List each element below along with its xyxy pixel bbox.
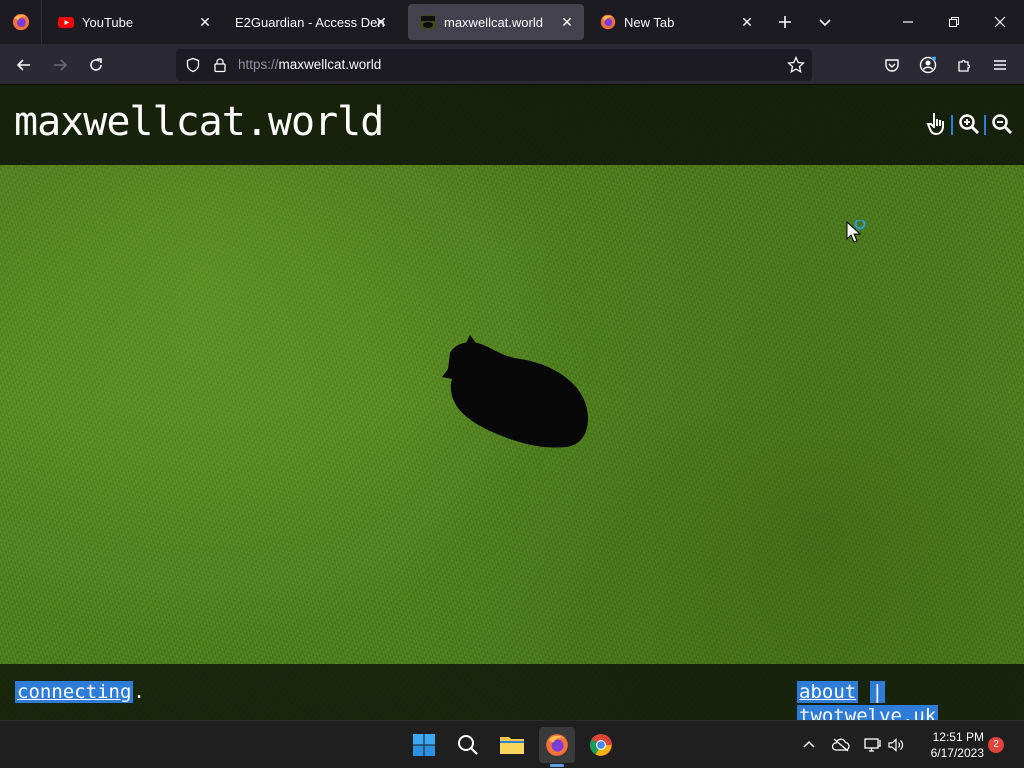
- zoom-out-icon: [992, 114, 1013, 135]
- navigation-toolbar: https://maxwellcat.world: [0, 44, 1024, 85]
- status-dot: .: [133, 681, 145, 703]
- list-tabs-button[interactable]: [811, 8, 839, 36]
- forward-button[interactable]: [45, 50, 75, 80]
- account-button[interactable]: [913, 50, 943, 80]
- close-tab-icon[interactable]: ✕: [196, 13, 214, 31]
- puzzle-icon: [958, 59, 971, 72]
- reload-button[interactable]: [81, 50, 111, 80]
- tab-e2guardian[interactable]: E2Guardian - Access Denied ✕: [226, 4, 404, 40]
- cloud-offline-icon: [832, 738, 850, 752]
- cat-sprite[interactable]: [436, 335, 596, 453]
- tab-title: New Tab: [624, 14, 675, 30]
- footer-separator: |: [869, 681, 886, 703]
- site-icon: [420, 15, 436, 29]
- shield-icon[interactable]: [185, 57, 201, 73]
- reload-icon: [90, 58, 102, 71]
- url-text[interactable]: https://maxwellcat.world: [238, 57, 381, 72]
- close-tab-icon[interactable]: ✕: [558, 13, 576, 31]
- network-icon: [864, 738, 881, 752]
- clock-time: 12:51 PM: [932, 730, 984, 744]
- pocket-icon: [885, 59, 899, 72]
- folder-icon: [500, 737, 524, 754]
- new-tab-button[interactable]: [771, 8, 799, 36]
- bookmark-star-icon[interactable]: [787, 56, 805, 74]
- chevron-down-icon: [819, 19, 831, 27]
- tab-youtube[interactable]: YouTube ✕: [46, 4, 222, 40]
- connection-status: connecting.: [15, 680, 145, 704]
- arrow-right-icon: [54, 59, 68, 71]
- footer-links: about | twotwelve.uk: [797, 680, 1024, 720]
- zoom-out-button[interactable]: [990, 112, 1014, 136]
- header-separator: [984, 115, 986, 135]
- volume-status[interactable]: [884, 727, 908, 763]
- firefox-icon: [12, 13, 29, 31]
- firefox-icon: [546, 734, 568, 756]
- hand-pointer-icon: [926, 113, 944, 136]
- close-window-button[interactable]: [986, 8, 1014, 36]
- url-host: maxwellcat.world: [278, 57, 382, 72]
- taskbar: 12:51 PM 6/17/2023 2: [0, 720, 1024, 768]
- url-bar[interactable]: https://maxwellcat.world: [176, 49, 812, 81]
- windows-logo-icon: [413, 734, 435, 756]
- close-icon: [994, 16, 1006, 28]
- zoom-in-button[interactable]: [957, 112, 981, 136]
- twotwelve-link[interactable]: twotwelve.uk: [797, 705, 939, 720]
- back-button[interactable]: [9, 50, 39, 80]
- pocket-button[interactable]: [877, 50, 907, 80]
- chevron-up-icon: [803, 740, 815, 748]
- mouse-cursor-icon: [846, 220, 866, 243]
- tab-bar: YouTube ✕ E2Guardian - Access Denied ✕ m…: [0, 0, 1024, 44]
- about-link[interactable]: about: [797, 681, 859, 703]
- show-hidden-icons-button[interactable]: [797, 727, 821, 763]
- site-footer: connecting. about | twotwelve.uk: [0, 664, 1024, 720]
- zoom-in-icon: [959, 114, 980, 135]
- url-scheme: https://: [238, 57, 279, 72]
- close-tab-icon[interactable]: ✕: [738, 13, 756, 31]
- search-button[interactable]: [450, 727, 486, 763]
- firefox-taskbar-button[interactable]: [539, 727, 575, 763]
- account-icon: [919, 56, 937, 74]
- restore-button[interactable]: [940, 8, 968, 36]
- tab-new-tab[interactable]: New Tab ✕: [588, 4, 764, 40]
- page-viewport[interactable]: maxwellcat.world connecting . about | tw…: [0, 85, 1024, 720]
- firefox-icon: [600, 14, 616, 30]
- active-app-indicator: [550, 764, 564, 767]
- arrow-left-icon: [16, 59, 30, 71]
- tab-title: E2Guardian - Access Denied: [235, 14, 385, 30]
- tab-maxwellcat[interactable]: maxwellcat.world ✕: [408, 4, 584, 40]
- site-header: maxwellcat.world: [0, 85, 1024, 165]
- network-status[interactable]: [861, 727, 885, 763]
- tab-title: YouTube: [82, 14, 134, 30]
- start-button[interactable]: [406, 727, 442, 763]
- chrome-icon: [590, 734, 612, 756]
- chrome-taskbar-button[interactable]: [583, 727, 619, 763]
- restore-icon: [949, 17, 959, 27]
- plus-icon: [779, 16, 791, 28]
- youtube-icon: [58, 17, 74, 28]
- status-text: connecting: [15, 681, 134, 703]
- file-explorer-button[interactable]: [494, 727, 530, 763]
- notification-badge[interactable]: 2: [988, 737, 1004, 753]
- clock-date: 6/17/2023: [930, 746, 984, 760]
- site-title: maxwellcat.world: [14, 99, 384, 145]
- speaker-icon: [888, 738, 904, 752]
- search-icon: [458, 735, 478, 755]
- header-separator: [951, 115, 953, 135]
- extensions-button[interactable]: [949, 50, 979, 80]
- hamburger-menu-icon: [994, 60, 1006, 70]
- pan-hand-button[interactable]: [925, 112, 949, 136]
- app-menu-button[interactable]: [985, 50, 1015, 80]
- lock-icon[interactable]: [212, 57, 228, 73]
- tab-title: maxwellcat.world: [444, 14, 543, 30]
- close-tab-icon[interactable]: ✕: [372, 13, 390, 31]
- onedrive-status[interactable]: [829, 727, 853, 763]
- system-clock[interactable]: 12:51 PM 6/17/2023: [914, 729, 984, 761]
- minimize-button[interactable]: [894, 8, 922, 36]
- minimize-icon: [903, 21, 913, 23]
- firefox-view-button[interactable]: [0, 0, 42, 44]
